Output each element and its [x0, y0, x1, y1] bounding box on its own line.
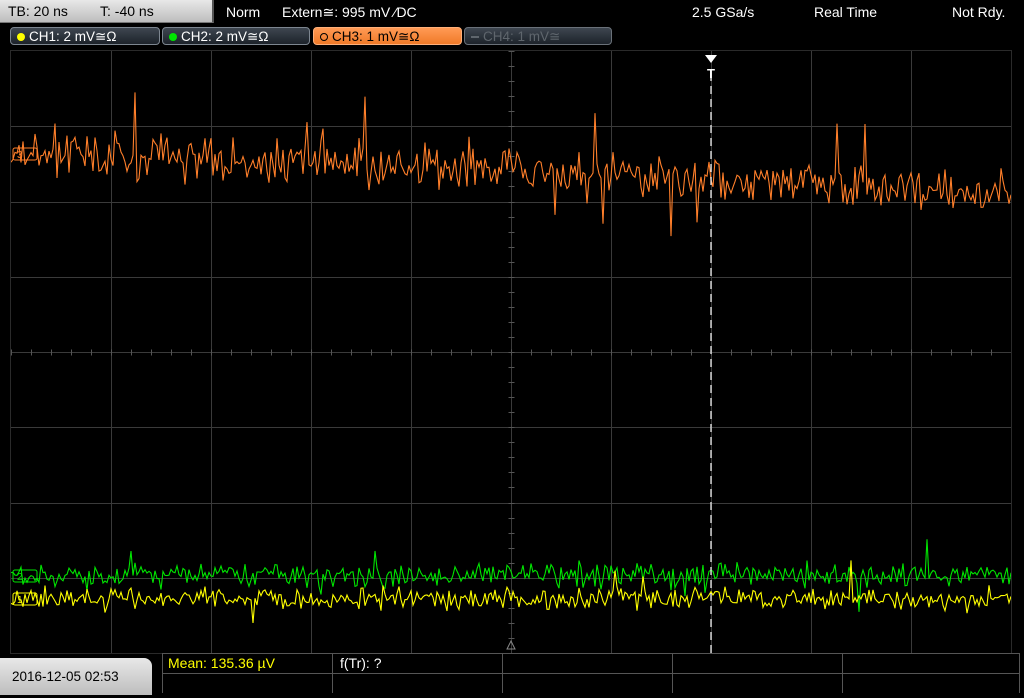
- date-time-display: 2016-12-05 02:53: [0, 658, 152, 695]
- channel-bar: CH1: 2 mV≅Ω CH2: 2 mV≅Ω CH3: 1 mV≅Ω CH4:…: [0, 24, 1024, 50]
- timebase-box[interactable]: TB: 20 ns T: -40 ns: [0, 0, 214, 23]
- graticule: [11, 51, 1011, 653]
- channel-4-off-icon: [471, 36, 479, 38]
- trigger-time-label: T: -40 ns: [100, 3, 154, 19]
- trigger-position-arrow-icon[interactable]: [705, 55, 717, 63]
- measurement-grid: [162, 653, 1020, 693]
- trigger-mode-label[interactable]: Norm: [226, 0, 260, 24]
- acquisition-state-label: Not Rdy.: [952, 4, 1006, 20]
- channel-1-tab[interactable]: CH1: 2 mV≅Ω: [10, 27, 160, 45]
- svg-text:2: 2: [17, 572, 23, 583]
- sample-rate-label[interactable]: 2.5 GSa/s: [692, 0, 754, 24]
- svg-text:3: 3: [17, 150, 23, 161]
- acquisition-mode-label[interactable]: Real Time: [814, 0, 877, 24]
- waveform-display[interactable]: T 3 2 1: [10, 50, 1012, 654]
- measurement-panel[interactable]: Mean: 135.36 µV f(Tr): ?: [162, 653, 1020, 693]
- channel-3-tab[interactable]: CH3: 1 mV≅Ω: [313, 27, 462, 45]
- channel-2-indicator-icon: [169, 33, 177, 41]
- timebase-label: TB: 20 ns: [8, 3, 68, 19]
- channel-2-label: CH2: 2 mV≅Ω: [181, 29, 269, 44]
- svg-text:1: 1: [17, 595, 23, 606]
- channel-2-tab[interactable]: CH2: 2 mV≅Ω: [162, 27, 310, 45]
- channel-3-label: CH3: 1 mV≅Ω: [332, 29, 420, 44]
- channel-1-label: CH1: 2 mV≅Ω: [29, 29, 117, 44]
- channel-4-tab[interactable]: CH4: 1 mV≅: [464, 27, 612, 45]
- measurement-1-value[interactable]: Mean: 135.36 µV: [168, 654, 275, 672]
- status-bar: TB: 20 ns T: -40 ns Norm Extern≅: 995 mV…: [0, 0, 1024, 24]
- trigger-marker: T: [707, 66, 715, 81]
- waveform-plot: T 3 2 1: [11, 51, 1011, 653]
- channel-3-indicator-icon: [320, 33, 328, 41]
- measurement-2-value[interactable]: f(Tr): ?: [340, 654, 381, 672]
- trigger-source-label[interactable]: Extern≅: 995 mV ⁄DC: [282, 0, 417, 24]
- channel-4-label: CH4: 1 mV≅: [483, 29, 561, 44]
- channel-1-indicator-icon: [17, 33, 25, 41]
